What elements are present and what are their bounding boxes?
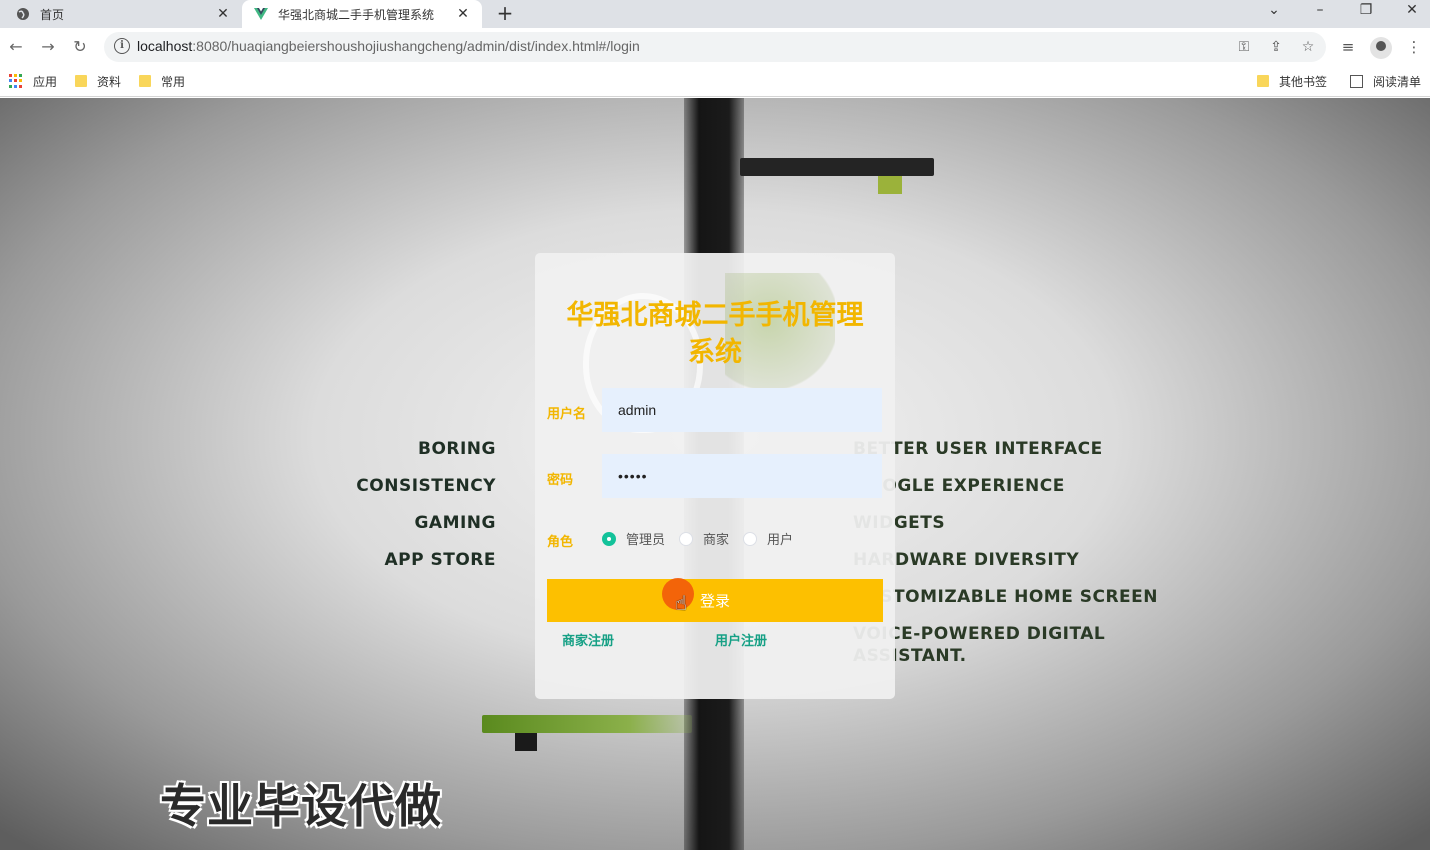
globe-icon (16, 7, 30, 21)
password-label: 密码 (547, 473, 574, 488)
radio-dot (743, 531, 758, 546)
forward-icon[interactable]: → (38, 37, 58, 57)
browser-toolbar: ← → ↻ i localhost:8080/huaqiangbeiershou… (0, 28, 1430, 66)
profile-avatar[interactable] (1370, 37, 1392, 59)
close-icon[interactable]: ✕ (214, 5, 232, 23)
info-icon[interactable]: i (114, 38, 130, 54)
role-label: 角色 (547, 535, 574, 550)
page-viewport: BORING CONSISTENCY GAMING APP STORE BETT… (0, 98, 1430, 850)
bookmark-folder[interactable]: 资料 (75, 72, 121, 90)
hand-cursor-icon: ☝ (675, 591, 688, 615)
key-icon[interactable]: ⚿ (1234, 37, 1254, 57)
background-shelf (482, 715, 692, 733)
user-register-link[interactable]: 用户注册 (715, 630, 767, 649)
reading-list[interactable]: 阅读清单 (1350, 72, 1421, 90)
background-right-words: BETTER USER INTERFACE GOOGLE EXPERIENCE … (853, 438, 1213, 666)
background-word: WIDGETS (853, 513, 946, 533)
background-word: BETTER USER INTERFACE (853, 439, 1103, 459)
folder-icon (75, 75, 87, 87)
tab-strip: 首页 ✕ 华强北商城二手手机管理系统 ✕ + ⌄ – ❐ ✕ (0, 0, 1430, 28)
background-word: VOICE-POWERED DIGITAL ASSISTANT. (853, 624, 1106, 666)
restore-icon[interactable]: ❐ (1346, 0, 1386, 22)
apple-figure-icon (515, 733, 537, 751)
new-tab-button[interactable]: + (494, 2, 516, 24)
star-icon[interactable]: ☆ (1298, 37, 1318, 57)
watermark-text: 专业毕设代做 (160, 779, 442, 833)
media-control-icon[interactable]: ≡ (1338, 37, 1358, 57)
background-left-words: BORING CONSISTENCY GAMING APP STORE (330, 438, 496, 586)
background-word: GOOGLE EXPERIENCE (853, 476, 1065, 496)
folder-icon (1257, 75, 1269, 87)
vue-logo-icon (254, 7, 268, 21)
radio-dot (679, 531, 694, 546)
background-word: HARDWARE DIVERSITY (853, 550, 1080, 570)
background-shelf (740, 158, 934, 176)
username-label: 用户名 (547, 407, 587, 422)
bookmark-folder[interactable]: 常用 (139, 72, 185, 90)
role-radio-user[interactable]: 用户 (743, 529, 793, 548)
address-bar[interactable]: i localhost:8080/huaqiangbeiershoushojiu… (104, 32, 1326, 62)
bookmark-apps[interactable]: 应用 (9, 72, 57, 90)
login-button[interactable]: 登录 (547, 579, 883, 622)
background-word: CUSTOMIZABLE HOME SCREEN (853, 587, 1159, 607)
password-input[interactable]: ••••• (602, 454, 882, 498)
radio-dot (602, 531, 616, 546)
window-close-icon[interactable]: ✕ (1392, 0, 1430, 22)
back-icon[interactable]: ← (6, 37, 26, 57)
page-title: 华强北商城二手手机管理系统 (566, 300, 864, 368)
background-word: BORING (417, 439, 496, 459)
role-radio-merchant[interactable]: 商家 (679, 529, 729, 548)
merchant-register-link[interactable]: 商家注册 (562, 630, 614, 649)
close-icon[interactable]: ✕ (454, 5, 472, 23)
bookmarks-bar: 应用 资料 常用 其他书签 阅读清单 (0, 66, 1430, 97)
url-text[interactable]: localhost:8080/huaqiangbeiershoushojiush… (137, 38, 640, 54)
chevron-down-icon[interactable]: ⌄ (1254, 0, 1294, 22)
background-word: GAMING (414, 513, 496, 533)
tab-home[interactable]: 首页 ✕ (0, 0, 242, 28)
username-input[interactable] (602, 388, 882, 432)
background-word: APP STORE (384, 550, 496, 570)
apps-grid-icon (9, 74, 23, 88)
folder-icon (139, 75, 151, 87)
reading-list-icon (1350, 74, 1363, 88)
android-figure-icon (878, 176, 902, 194)
share-icon[interactable]: ⇪ (1266, 37, 1286, 57)
role-radio-admin[interactable]: 管理员 (602, 529, 665, 548)
minimize-icon[interactable]: – (1300, 0, 1340, 22)
background-word: CONSISTENCY (356, 476, 496, 496)
role-radio-group: 管理员 商家 用户 (602, 529, 807, 548)
reload-icon[interactable]: ↻ (70, 37, 90, 57)
login-card: 华强北商城二手手机管理系统 用户名 密码 ••••• 角色 管理员 商家 用户 … (535, 253, 895, 699)
more-menu-icon[interactable]: ⋮ (1404, 37, 1424, 57)
tab-label: 首页 (40, 7, 65, 22)
tab-label: 华强北商城二手手机管理系统 (278, 7, 435, 22)
tab-active[interactable]: 华强北商城二手手机管理系统 ✕ (242, 0, 482, 28)
bookmark-other[interactable]: 其他书签 (1257, 72, 1327, 90)
